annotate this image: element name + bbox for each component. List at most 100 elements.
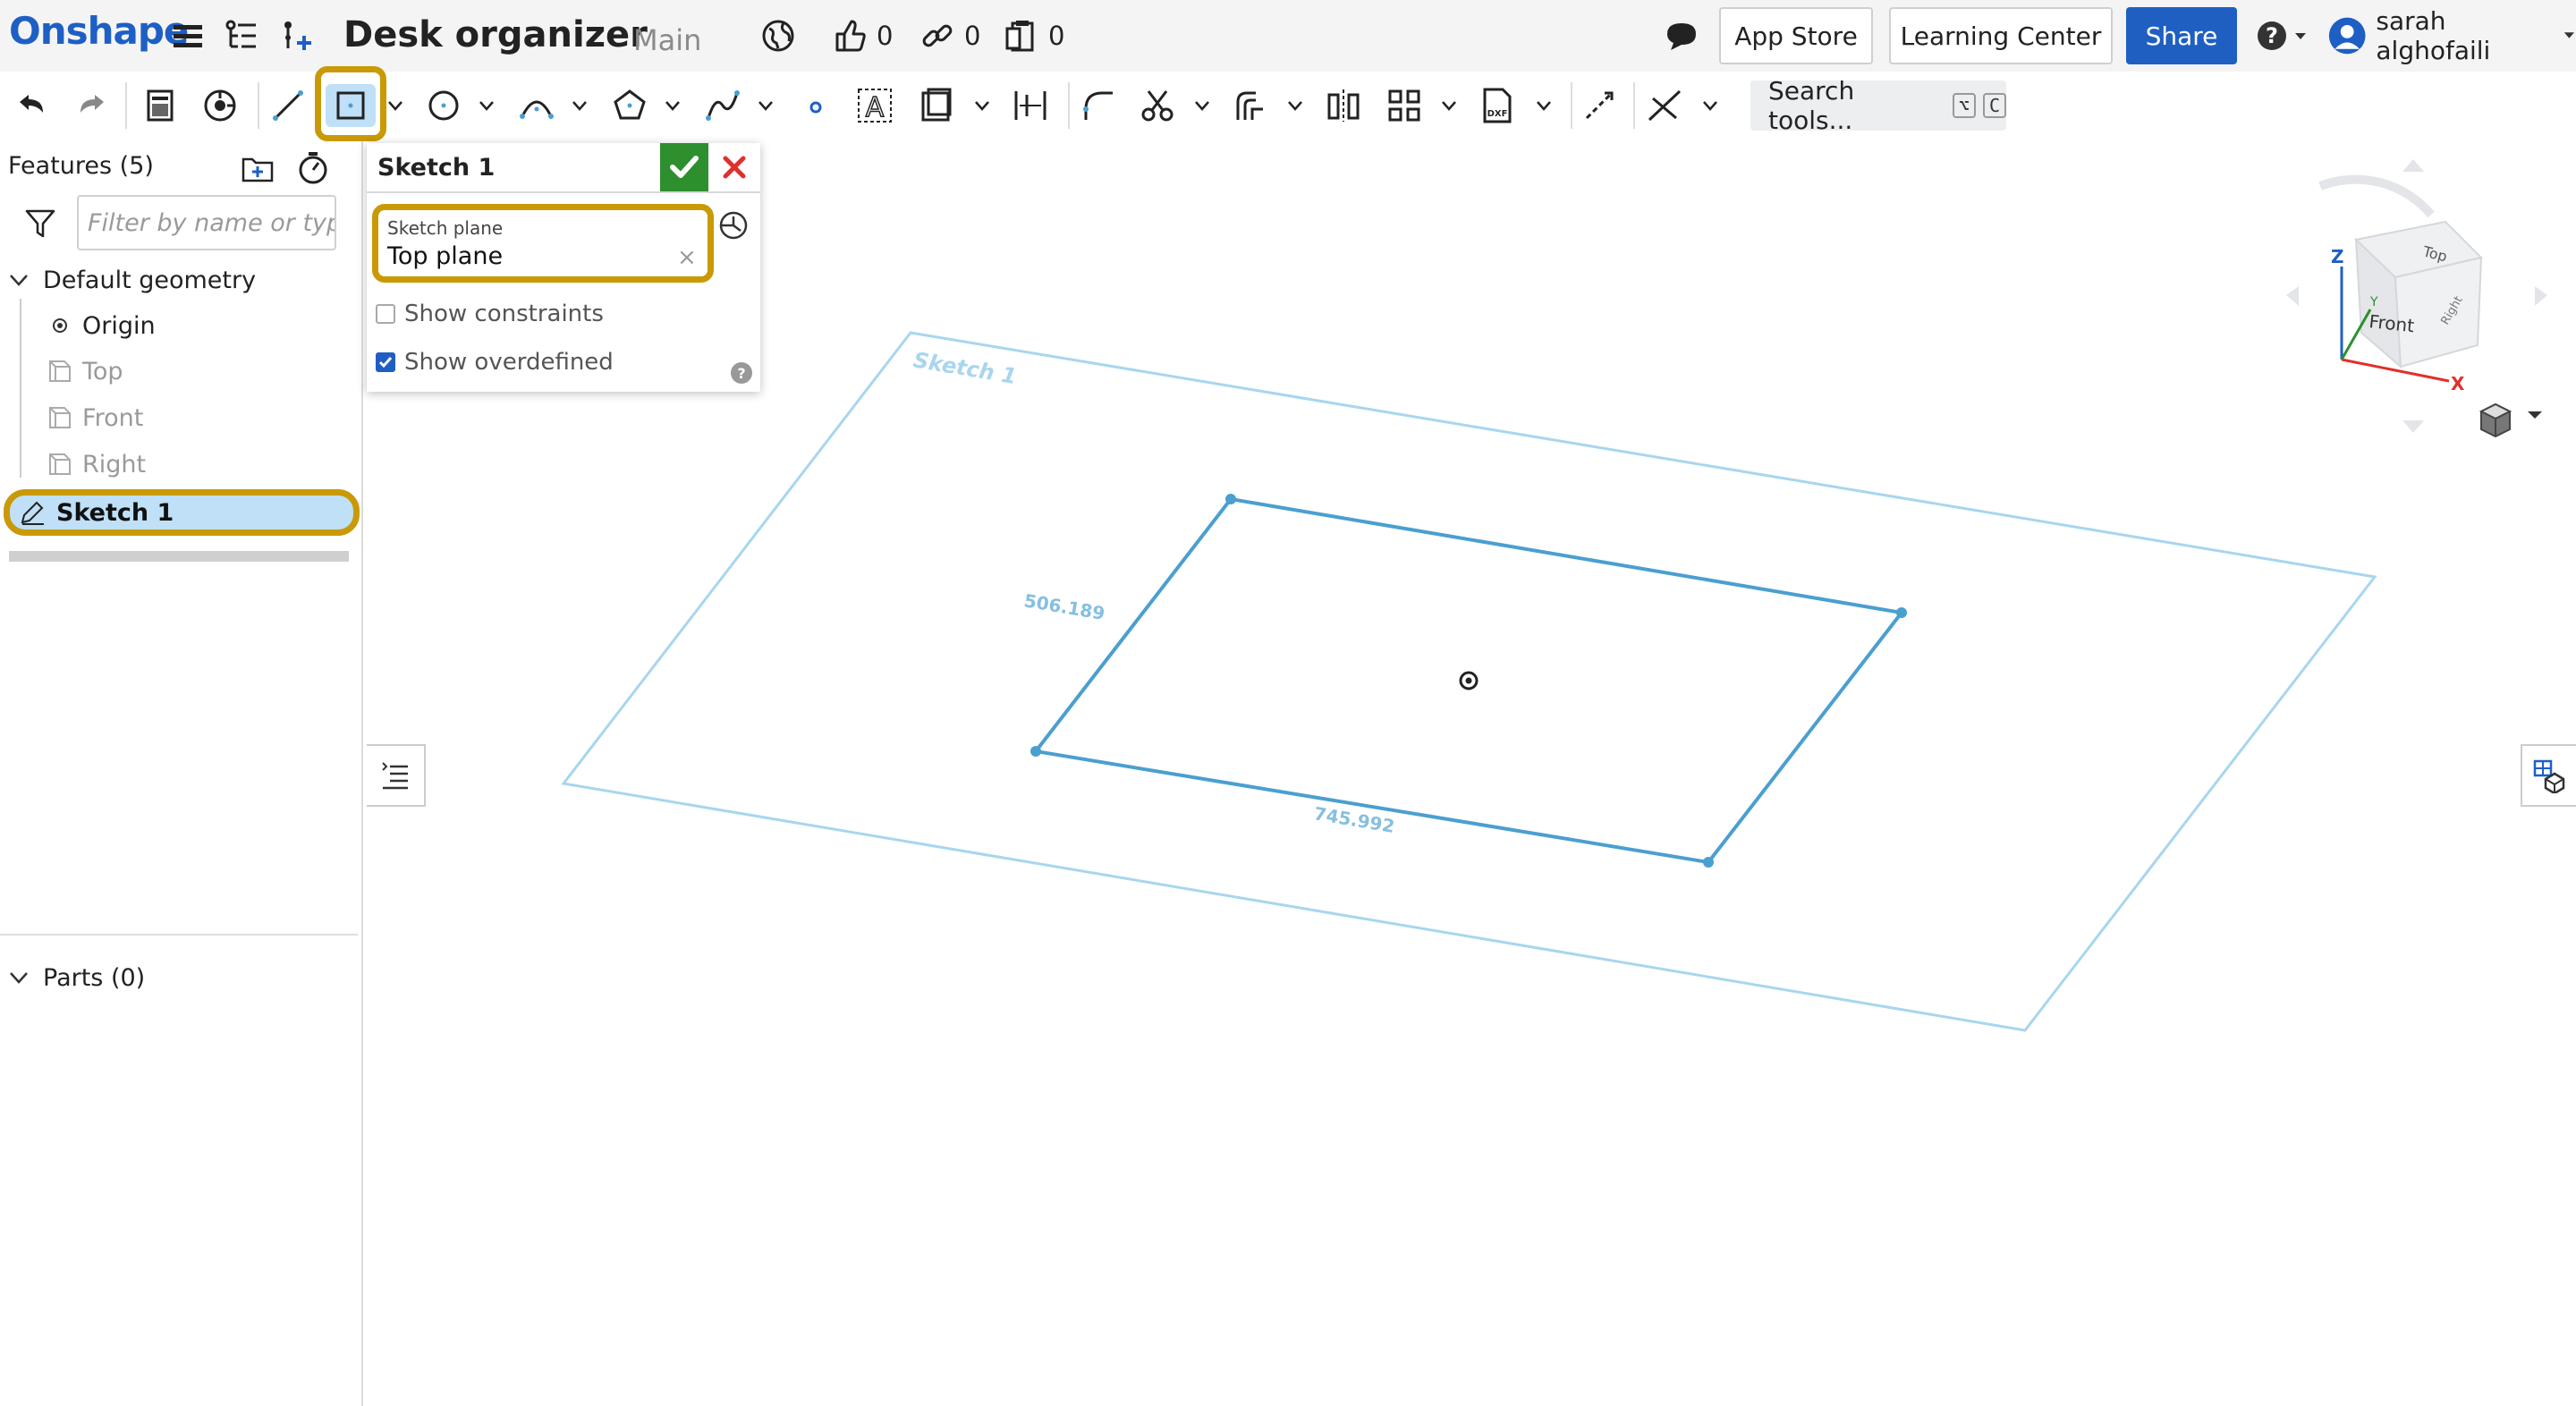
text-tool-icon[interactable]: A <box>855 86 894 125</box>
constraint-tool-icon[interactable] <box>1646 86 1685 125</box>
view-cube[interactable]: Top Front Right X Z Y <box>2286 159 2547 433</box>
help-icon[interactable]: ? <box>730 361 753 385</box>
filter-icon[interactable] <box>23 206 57 240</box>
dxf-import-icon[interactable]: DXF <box>1478 86 1517 125</box>
sketch-dialog-title[interactable]: Sketch 1 <box>377 154 495 182</box>
undo-icon[interactable] <box>11 86 50 125</box>
rotate-up-icon[interactable] <box>2402 159 2424 172</box>
rotate-left-icon[interactable] <box>2286 286 2299 306</box>
rollback-bar[interactable] <box>9 551 349 562</box>
construction-tool-icon[interactable] <box>1580 86 1619 125</box>
links-stat[interactable]: 0 <box>919 16 980 55</box>
app-store-button[interactable]: App Store <box>1719 7 1873 64</box>
sketch-plane-label: Sketch plane <box>387 217 504 239</box>
panel-divider[interactable] <box>0 934 358 936</box>
rotate-arc-icon[interactable] <box>2318 174 2435 218</box>
thumbs-up-icon <box>835 20 866 52</box>
polygon-tool-icon[interactable] <box>610 86 649 125</box>
expand-list-toggle[interactable] <box>367 744 426 807</box>
chevron-down-icon[interactable] <box>664 97 682 114</box>
onshape-logo[interactable]: Onshape <box>9 9 189 53</box>
feature-list-icon[interactable] <box>224 18 259 54</box>
use-tool-icon[interactable] <box>916 86 955 125</box>
point-tool-icon[interactable] <box>796 86 835 125</box>
cancel-button[interactable] <box>710 143 758 191</box>
show-overdefined-checkbox[interactable]: Show overdefined <box>376 347 614 377</box>
user-menu[interactable]: sarah alghofaili <box>2327 6 2576 65</box>
cube-right-face[interactable] <box>2394 256 2483 368</box>
tree-default-geometry[interactable]: Default geometry <box>7 259 256 301</box>
checkbox-checked[interactable] <box>376 352 395 372</box>
chevron-down-icon[interactable] <box>478 97 496 114</box>
chevron-down-icon[interactable] <box>757 97 775 114</box>
tree-item-front[interactable]: Front <box>47 397 143 438</box>
rotate-down-icon[interactable] <box>2402 420 2424 433</box>
rollback-timer-icon[interactable] <box>295 150 331 186</box>
chevron-down-icon[interactable] <box>2293 30 2308 43</box>
rectangle-vertex[interactable] <box>1896 607 1907 618</box>
accept-button[interactable] <box>660 143 708 191</box>
search-tools-button[interactable]: Search tools... ⌥ C <box>1750 76 2006 135</box>
display-mode-icon[interactable] <box>2479 402 2512 438</box>
rotate-right-icon[interactable] <box>2535 286 2547 306</box>
rectangle-vertex[interactable] <box>1030 746 1041 757</box>
comments-icon[interactable] <box>1664 18 1699 54</box>
dimension-tool-icon[interactable] <box>1011 86 1050 125</box>
pattern-tool-icon[interactable] <box>1385 86 1424 125</box>
configurations-toggle[interactable] <box>2521 744 2576 807</box>
insert-icon[interactable] <box>279 18 315 54</box>
chevron-down-icon[interactable] <box>386 97 404 114</box>
arc-tool-icon[interactable] <box>517 86 556 125</box>
dimension-height[interactable]: 506.189 <box>1022 589 1106 624</box>
add-folder-icon[interactable] <box>240 150 275 186</box>
offset-tool-icon[interactable] <box>1231 86 1270 125</box>
fillet-tool-icon[interactable] <box>1079 86 1118 125</box>
chevron-down-icon[interactable] <box>973 97 991 114</box>
chevron-down-icon[interactable] <box>1701 97 1719 114</box>
branch-name[interactable]: Main <box>633 23 701 57</box>
tree-parts[interactable]: Parts (0) <box>7 957 145 998</box>
clear-selection-icon[interactable]: × <box>677 244 697 271</box>
chevron-down-icon[interactable] <box>1535 97 1553 114</box>
mirror-tool-icon[interactable] <box>1324 86 1363 125</box>
line-tool-icon[interactable] <box>268 86 308 125</box>
show-constraints-checkbox[interactable]: Show constraints <box>376 299 604 329</box>
globe-icon[interactable] <box>760 18 796 54</box>
document-title[interactable]: Desk organizer <box>343 14 648 55</box>
chevron-down-icon[interactable] <box>2528 411 2542 419</box>
chevron-down-icon[interactable] <box>7 268 30 292</box>
shortcut-key: C <box>1982 93 2006 118</box>
rectangle-vertex[interactable] <box>1225 494 1236 504</box>
chevron-down-icon[interactable] <box>571 97 589 114</box>
chevron-down-icon[interactable] <box>1286 97 1304 114</box>
share-button[interactable]: Share <box>2126 7 2237 64</box>
chevron-down-icon[interactable] <box>1193 97 1211 114</box>
chevron-down-icon[interactable] <box>7 966 30 989</box>
configuration-icon <box>2533 759 2565 793</box>
tree-item-top[interactable]: Top <box>47 351 123 392</box>
chevron-down-icon[interactable] <box>1440 97 1458 114</box>
history-icon[interactable] <box>716 208 751 243</box>
help-icon[interactable]: ? <box>2254 18 2290 54</box>
tree-item-origin[interactable]: Origin <box>50 305 156 346</box>
axis-y-label: Y <box>2369 295 2378 309</box>
spline-tool-icon[interactable] <box>703 86 742 125</box>
circle-tool-icon[interactable] <box>424 86 463 125</box>
rectangle-tool-icon[interactable] <box>331 86 370 125</box>
rectangle-vertex[interactable] <box>1703 857 1714 868</box>
likes-stat[interactable]: 0 <box>832 16 893 55</box>
filter-input[interactable] <box>77 195 336 250</box>
tree-item-sketch-1[interactable]: Sketch 1 <box>4 489 360 536</box>
checkbox-unchecked[interactable] <box>376 304 395 324</box>
variable-icon[interactable] <box>200 86 240 125</box>
toolbar-separator <box>258 82 259 129</box>
menu-icon[interactable] <box>170 18 206 54</box>
feature-icon[interactable] <box>141 86 181 125</box>
redo-icon[interactable] <box>73 86 113 125</box>
tree-item-right[interactable]: Right <box>47 444 146 485</box>
svg-text:?: ? <box>2266 23 2278 48</box>
trim-tool-icon[interactable] <box>1138 86 1177 125</box>
copies-stat[interactable]: 0 <box>1004 16 1064 55</box>
learning-center-button[interactable]: Learning Center <box>1889 7 2113 64</box>
sketch-plane-field[interactable]: Sketch plane Top plane × <box>372 204 714 283</box>
